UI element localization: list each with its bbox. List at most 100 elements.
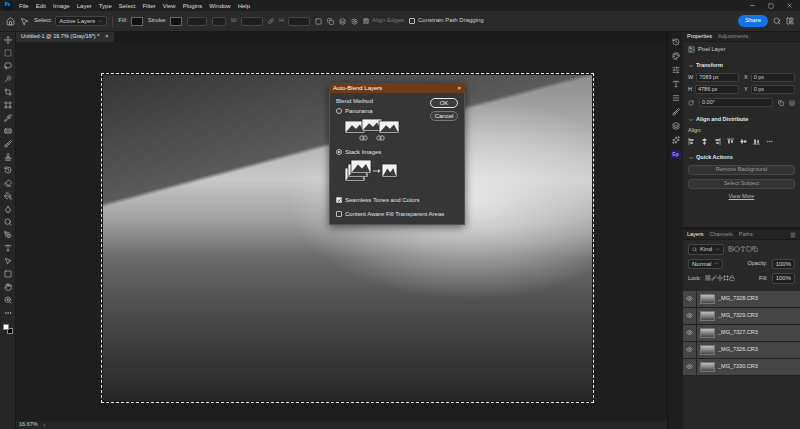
workspace-icon[interactable] <box>786 17 794 25</box>
blur-tool-icon[interactable] <box>4 205 12 213</box>
move-tool-icon[interactable] <box>4 36 12 44</box>
status-arrow-icon[interactable] <box>42 423 47 428</box>
stroke-width-field[interactable] <box>187 17 207 26</box>
flip-horizontal-icon[interactable] <box>778 100 784 106</box>
align-option-icon[interactable] <box>701 138 708 145</box>
document-close-button[interactable]: × <box>105 34 108 40</box>
layer-row[interactable]: _MG_7328.CR3 <box>683 291 800 308</box>
menu-item[interactable]: Plugins <box>183 3 203 9</box>
home-icon[interactable] <box>6 17 15 26</box>
search-icon[interactable] <box>773 17 781 25</box>
opacity-field[interactable]: 100% <box>772 259 795 270</box>
radio-button[interactable] <box>336 149 342 155</box>
minimize-icon[interactable] <box>749 2 756 9</box>
layers-panel-icon[interactable] <box>672 122 680 130</box>
visibility-toggle[interactable] <box>686 363 693 370</box>
width-field[interactable] <box>241 17 263 26</box>
stroke-type-field[interactable] <box>212 17 226 26</box>
layer-row[interactable]: _MG_7329.CR3 <box>683 308 800 325</box>
hand-tool-icon[interactable] <box>4 283 12 291</box>
chevron-down-icon[interactable] <box>688 155 694 161</box>
blend-mode-dropdown[interactable]: Normal <box>688 259 723 270</box>
constrain-checkbox[interactable] <box>409 18 415 24</box>
visibility-toggle[interactable] <box>686 295 693 302</box>
dialog-button[interactable]: OK <box>430 98 458 108</box>
magic-wand-tool-icon[interactable] <box>4 75 12 83</box>
eraser-tool-icon[interactable] <box>4 179 12 187</box>
select-dropdown[interactable]: Active Layers <box>55 16 107 27</box>
lock-transparency-icon[interactable] <box>705 275 711 281</box>
path-arrangement-icon[interactable] <box>339 18 346 25</box>
dialog-option[interactable]: Content Aware Fill Transparent Areas <box>336 211 458 218</box>
share-button[interactable]: Share <box>738 15 768 26</box>
align-option-icon[interactable] <box>753 138 760 145</box>
rectangle-tool-icon[interactable] <box>4 270 12 278</box>
lock-all-icon[interactable] <box>729 275 735 281</box>
dialog-option[interactable]: Seamless Tones and Colors <box>336 197 458 204</box>
chevron-down-icon[interactable] <box>688 117 694 123</box>
field-input[interactable]: 7089 px <box>696 73 739 82</box>
smart-object-filter-icon[interactable] <box>752 246 758 252</box>
close-window-icon[interactable] <box>786 2 793 9</box>
layer-filter-dropdown[interactable]: Kind <box>688 244 724 255</box>
pen-tool-icon[interactable] <box>4 231 12 239</box>
link-icon[interactable] <box>268 18 274 24</box>
angle-input[interactable]: 0.00° <box>699 98 773 107</box>
color-panel-icon[interactable] <box>672 52 680 60</box>
menu-item[interactable]: Window <box>209 3 230 9</box>
brushes-panel-icon[interactable] <box>672 108 680 116</box>
character-panel-icon[interactable] <box>672 80 680 88</box>
healing-brush-tool-icon[interactable] <box>4 127 12 135</box>
visibility-toggle[interactable] <box>686 312 693 319</box>
history-panel-icon[interactable] <box>672 38 680 46</box>
chevron-down-icon[interactable] <box>714 261 719 266</box>
quick-action-button[interactable]: Remove Background <box>688 165 795 175</box>
menu-item[interactable]: Select <box>119 3 136 9</box>
pixel-filter-icon[interactable] <box>728 246 734 252</box>
chevron-down-icon[interactable] <box>688 63 694 69</box>
blend-method-option[interactable]: Panorama <box>336 108 424 115</box>
paragraph-panel-icon[interactable] <box>672 94 680 102</box>
chevron-down-icon[interactable] <box>98 19 103 24</box>
stroke-swatch[interactable] <box>170 17 182 26</box>
flip-vertical-icon[interactable] <box>789 100 795 106</box>
panel-tab[interactable]: Paths <box>739 232 753 238</box>
more-icon[interactable] <box>766 138 773 145</box>
panel-tab[interactable]: Properties <box>687 34 712 40</box>
align-header[interactable]: Align and Distribute <box>688 116 795 123</box>
plugin-badge[interactable]: Ep <box>671 150 681 159</box>
path-operations-icon[interactable] <box>315 18 322 25</box>
type-filter-icon[interactable] <box>740 246 746 252</box>
menu-item[interactable]: Type <box>99 3 112 9</box>
height-field[interactable] <box>288 17 310 26</box>
type-tool-icon[interactable] <box>4 244 12 252</box>
layer-row[interactable]: _MG_7330.CR3 <box>683 359 800 376</box>
panel-tab[interactable]: Adjustments <box>718 34 748 40</box>
align-option-icon[interactable] <box>714 138 721 145</box>
lock-position-icon[interactable] <box>717 275 723 281</box>
brush-tool-icon[interactable] <box>4 140 12 148</box>
eyedropper-tool-icon[interactable] <box>4 114 12 122</box>
settings-icon[interactable] <box>351 18 358 25</box>
adjustments-panel-icon[interactable] <box>672 66 680 74</box>
dialog-title-bar[interactable]: Auto-Blend Layers× <box>329 83 465 93</box>
adjustment-filter-icon[interactable] <box>734 246 740 252</box>
clone-stamp-tool-icon[interactable] <box>4 153 12 161</box>
dialog-close-button[interactable]: × <box>457 85 461 91</box>
transform-header[interactable]: Transform <box>688 62 795 69</box>
panel-tab[interactable]: Layers <box>687 232 704 238</box>
more-tools-icon[interactable] <box>4 309 12 317</box>
history-brush-tool-icon[interactable] <box>4 166 12 174</box>
field-input[interactable]: 0 px <box>751 73 795 82</box>
lock-pixels-icon[interactable] <box>711 275 717 281</box>
document-tab[interactable]: Untitled-1 @ 16.7% (Gray/16*) *× <box>16 32 114 42</box>
quick-actions-header[interactable]: Quick Actions <box>688 154 795 161</box>
menu-item[interactable]: File <box>19 3 29 9</box>
marquee-tool-icon[interactable] <box>4 49 12 57</box>
gradient-tool-icon[interactable] <box>4 192 12 200</box>
frame-tool-icon[interactable] <box>4 101 12 109</box>
field-input[interactable]: 4786 px <box>695 85 739 94</box>
menu-item[interactable]: Help <box>238 3 250 9</box>
visibility-toggle[interactable] <box>686 329 693 336</box>
radio-button[interactable] <box>336 108 342 114</box>
